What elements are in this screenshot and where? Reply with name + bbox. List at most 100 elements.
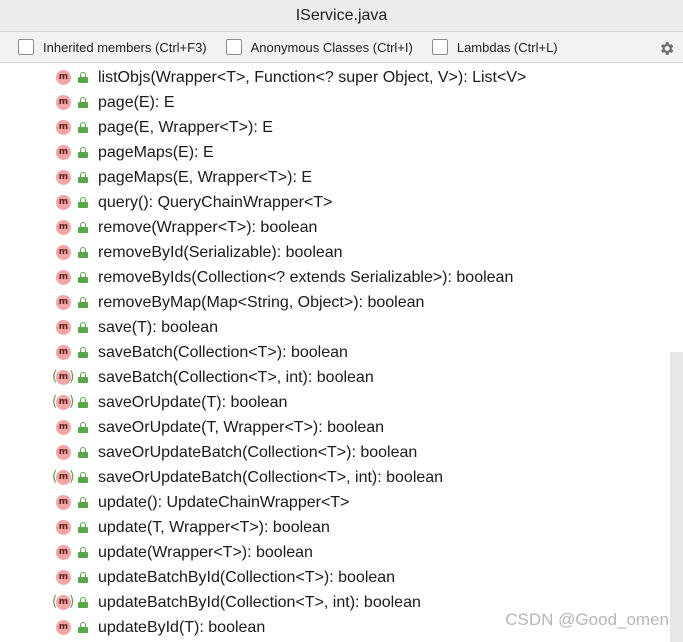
anonymous-classes-checkbox[interactable]	[225, 39, 242, 55]
public-lock-icon	[78, 522, 88, 533]
method-icon: m	[52, 168, 75, 187]
public-lock-icon	[78, 322, 88, 333]
method-icon: m	[52, 93, 75, 112]
public-lock-icon	[78, 172, 88, 183]
default-method-icon: m	[52, 468, 75, 487]
method-signature: saveBatch(Collection<T>): boolean	[98, 344, 348, 361]
public-lock-icon	[78, 622, 88, 633]
method-signature: removeByMap(Map<String, Object>): boolea…	[98, 294, 425, 311]
method-row[interactable]: m saveOrUpdate(T): boolean	[0, 390, 670, 415]
method-row[interactable]: m page(E, Wrapper<T>): E	[0, 115, 670, 140]
gear-icon[interactable]	[657, 39, 675, 57]
method-row[interactable]: m removeByIds(Collection<? extends Serial…	[0, 265, 670, 290]
method-signature: saveOrUpdateBatch(Collection<T>, int): b…	[98, 469, 444, 486]
inherited-members-checkbox[interactable]	[18, 39, 34, 55]
method-signature: saveBatch(Collection<T>, int): boolean	[98, 369, 374, 386]
method-row[interactable]: m saveOrUpdateBatch(Collection<T>, int): …	[0, 465, 670, 490]
method-row[interactable]: m save(T): boolean	[0, 315, 670, 340]
method-signature: pageMaps(E, Wrapper<T>): E	[98, 169, 313, 186]
method-signature: page(E): E	[98, 94, 175, 111]
method-row[interactable]: m update(): UpdateChainWrapper<T>	[0, 490, 670, 515]
method-icon: m	[52, 293, 75, 312]
method-row[interactable]: m update(Wrapper<T>): boolean	[0, 540, 670, 565]
method-row[interactable]: m saveBatch(Collection<T>, int): boolean	[0, 365, 670, 390]
method-m-icon: m	[56, 395, 71, 410]
method-icon: m	[52, 243, 75, 262]
method-m-icon: m	[56, 520, 71, 535]
public-lock-icon	[78, 597, 88, 608]
method-m-icon: m	[56, 370, 71, 385]
public-lock-icon	[78, 422, 88, 433]
method-icon: m	[52, 343, 75, 362]
public-lock-icon	[78, 122, 88, 133]
method-signature: remove(Wrapper<T>): boolean	[98, 219, 318, 236]
public-lock-icon	[78, 97, 88, 108]
method-row[interactable]: m remove(Wrapper<T>): boolean	[0, 215, 670, 240]
method-row[interactable]: m page(E): E	[0, 90, 670, 115]
method-row[interactable]: m listObjs(Wrapper<T>, Function<? super O…	[0, 65, 670, 90]
method-row[interactable]: m pageMaps(E, Wrapper<T>): E	[0, 165, 670, 190]
method-m-icon: m	[56, 120, 71, 135]
default-method-icon: m	[52, 368, 75, 387]
filter-inherited-members[interactable]: Inherited members (Ctrl+F3)	[18, 39, 207, 55]
method-icon: m	[52, 268, 75, 287]
method-row[interactable]: m saveOrUpdateBatch(Collection<T>): boole…	[0, 440, 670, 465]
public-lock-icon	[78, 347, 88, 358]
method-row[interactable]: m pageMaps(E): E	[0, 140, 670, 165]
lambdas-checkbox[interactable]	[431, 39, 448, 55]
default-method-icon: m	[52, 593, 75, 612]
method-row[interactable]: m update(T, Wrapper<T>): boolean	[0, 515, 670, 540]
method-signature: update(Wrapper<T>): boolean	[98, 544, 313, 561]
structure-method-list: m listObjs(Wrapper<T>, Function<? super O…	[0, 63, 683, 642]
public-lock-icon	[78, 372, 88, 383]
method-m-icon: m	[56, 220, 71, 235]
method-row[interactable]: m removeByMap(Map<String, Object>): boole…	[0, 290, 670, 315]
method-signature: pageMaps(E): E	[98, 144, 214, 161]
public-lock-icon	[78, 297, 88, 308]
watermark: CSDN @Good_omen	[505, 610, 669, 629]
method-m-icon: m	[56, 570, 71, 585]
method-icon: m	[52, 193, 75, 212]
method-row[interactable]: m query(): QueryChainWrapper<T>	[0, 190, 670, 215]
method-row[interactable]: m removeById(Serializable): boolean	[0, 240, 670, 265]
filter-anonymous-classes[interactable]: Anonymous Classes (Ctrl+I)	[225, 39, 413, 55]
public-lock-icon	[78, 572, 88, 583]
method-signature: updateBatchById(Collection<T>, int): boo…	[98, 594, 421, 611]
public-lock-icon	[78, 497, 88, 508]
method-m-icon: m	[56, 295, 71, 310]
method-signature: removeByIds(Collection<? extends Seriali…	[98, 269, 514, 286]
method-row[interactable]: m updateBatchById(Collection<T>): boolean	[0, 565, 670, 590]
method-signature: saveOrUpdate(T): boolean	[98, 394, 288, 411]
vertical-scrollbar[interactable]	[670, 352, 683, 642]
method-m-icon: m	[56, 445, 71, 460]
public-lock-icon	[78, 197, 88, 208]
title-bar: IService.java	[0, 0, 683, 32]
method-icon: m	[52, 493, 75, 512]
method-m-icon: m	[56, 70, 71, 85]
method-m-icon: m	[56, 345, 71, 360]
method-signature: page(E, Wrapper<T>): E	[98, 119, 273, 136]
method-m-icon: m	[56, 270, 71, 285]
method-signature: update(T, Wrapper<T>): boolean	[98, 519, 330, 536]
method-icon: m	[52, 218, 75, 237]
method-icon: m	[52, 68, 75, 87]
method-icon: m	[52, 568, 75, 587]
method-m-icon: m	[56, 145, 71, 160]
method-m-icon: m	[56, 95, 71, 110]
method-signature: saveOrUpdateBatch(Collection<T>): boolea…	[98, 444, 418, 461]
method-row[interactable]: m saveBatch(Collection<T>): boolean	[0, 340, 670, 365]
public-lock-icon	[78, 72, 88, 83]
public-lock-icon	[78, 222, 88, 233]
anonymous-classes-label: Anonymous Classes (Ctrl+I)	[250, 39, 413, 55]
method-signature: listObjs(Wrapper<T>, Function<? super Ob…	[98, 69, 527, 86]
method-signature: query(): QueryChainWrapper<T>	[98, 194, 333, 211]
method-m-icon: m	[56, 495, 71, 510]
method-m-icon: m	[56, 170, 71, 185]
filter-lambdas[interactable]: Lambdas (Ctrl+L)	[431, 39, 558, 55]
method-row[interactable]: m saveOrUpdate(T, Wrapper<T>): boolean	[0, 415, 670, 440]
method-m-icon: m	[56, 195, 71, 210]
method-signature: updateBatchById(Collection<T>): boolean	[98, 569, 396, 586]
filter-toolbar: Inherited members (Ctrl+F3) Anonymous Cl…	[0, 32, 683, 63]
method-signature: update(): UpdateChainWrapper<T>	[98, 494, 350, 511]
public-lock-icon	[78, 272, 88, 283]
